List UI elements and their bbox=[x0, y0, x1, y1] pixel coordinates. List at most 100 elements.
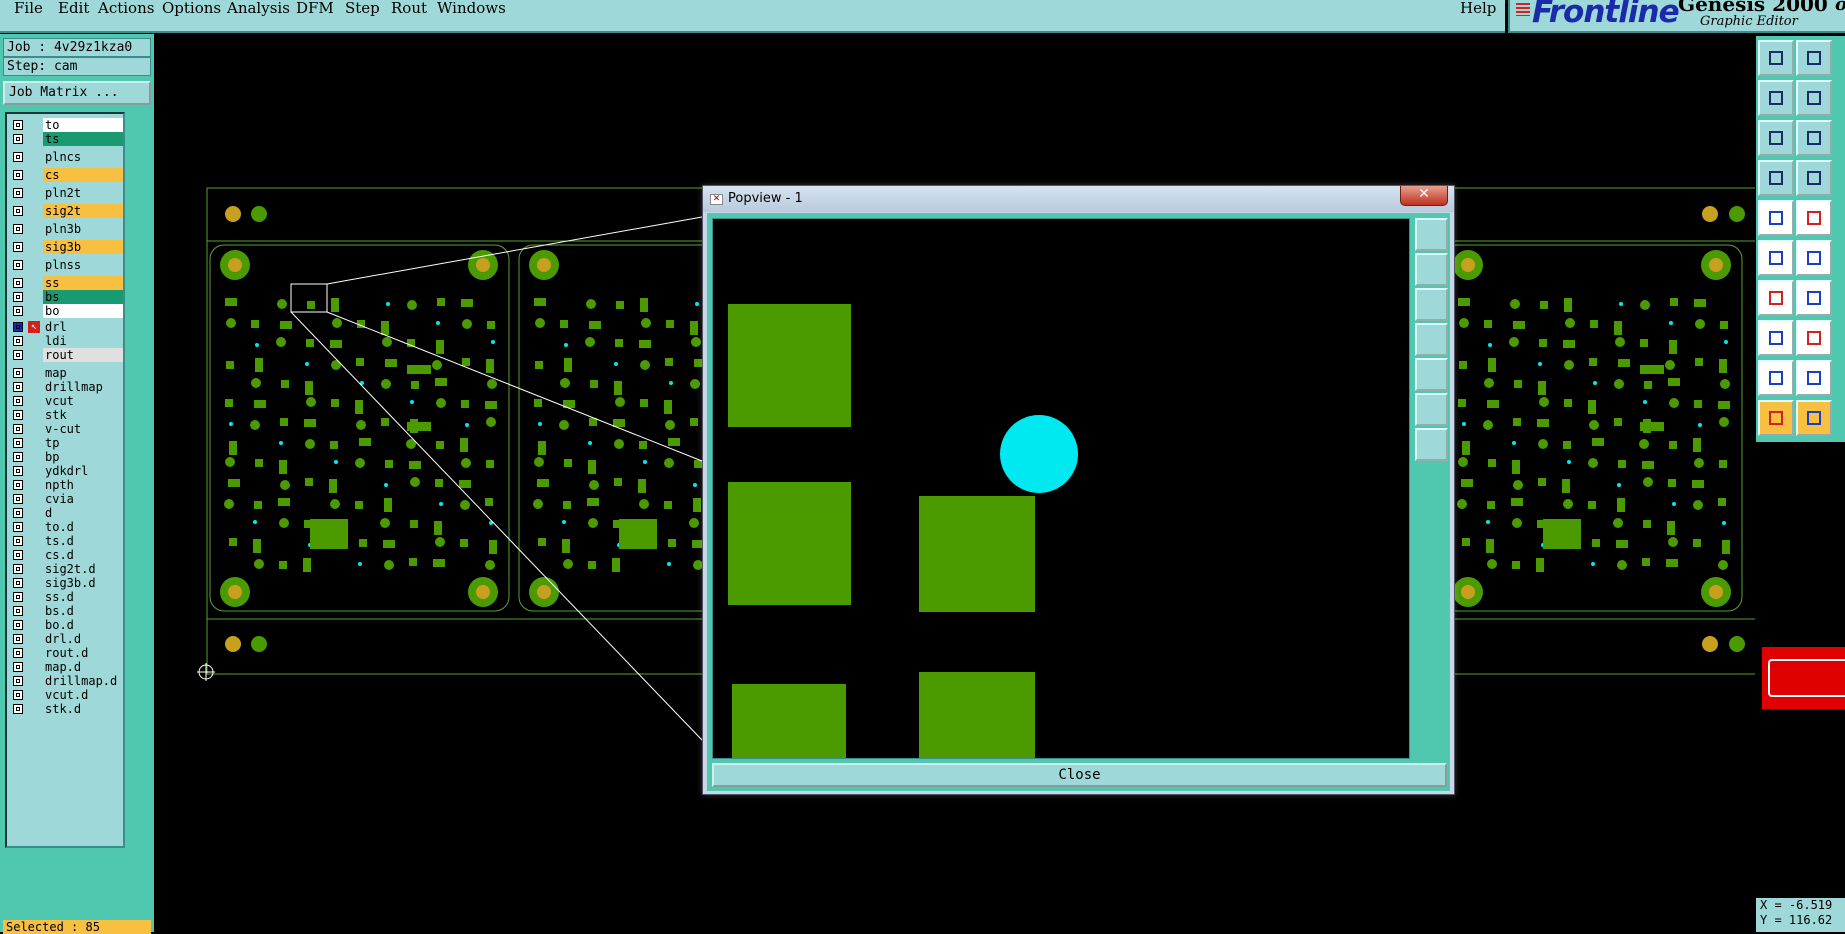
zoom-fit-icon[interactable] bbox=[1415, 393, 1448, 426]
layer-name[interactable]: rout bbox=[43, 348, 123, 362]
zoom-down-icon[interactable] bbox=[1415, 288, 1448, 321]
layer-row[interactable]: drl.d bbox=[9, 632, 123, 646]
layer-name[interactable]: drillmap bbox=[43, 380, 123, 394]
layer-row[interactable]: bo.d bbox=[9, 618, 123, 632]
zoom-up-icon[interactable] bbox=[1415, 253, 1448, 286]
layer-checkbox[interactable] bbox=[13, 224, 23, 234]
layer-name[interactable]: ts bbox=[43, 132, 123, 146]
layer-checkbox[interactable] bbox=[13, 382, 23, 392]
layer-name[interactable]: stk.d bbox=[43, 702, 123, 716]
layer-checkbox[interactable] bbox=[13, 396, 23, 406]
layer-name[interactable]: bo.d bbox=[43, 618, 123, 632]
layer-row[interactable]: bs.d bbox=[9, 604, 123, 618]
layer-name[interactable]: drl bbox=[43, 320, 123, 334]
layer-name[interactable]: map bbox=[43, 366, 123, 380]
layer-name[interactable]: cvia bbox=[43, 492, 123, 506]
layer-checkbox[interactable] bbox=[13, 494, 23, 504]
triangle-a-icon[interactable] bbox=[1796, 360, 1832, 396]
layer-checkbox[interactable] bbox=[13, 260, 23, 270]
layer-row[interactable]: bo bbox=[9, 304, 123, 318]
draw-red-icon[interactable] bbox=[1758, 280, 1794, 316]
layer-row[interactable]: map.d bbox=[9, 660, 123, 674]
layer-row[interactable]: ss bbox=[9, 276, 123, 290]
layer-row[interactable]: sig2t bbox=[9, 204, 123, 218]
zoom-center-icon[interactable] bbox=[1415, 428, 1448, 461]
layer-name[interactable]: tp bbox=[43, 436, 123, 450]
menu-options[interactable]: Options bbox=[162, 0, 221, 20]
layer-name[interactable]: sig2t bbox=[43, 204, 123, 218]
layer-row[interactable]: drillmap bbox=[9, 380, 123, 394]
menu-rout[interactable]: Rout bbox=[391, 0, 427, 20]
menu-dfm[interactable]: DFM bbox=[296, 0, 334, 20]
layer-row[interactable]: cs.d bbox=[9, 548, 123, 562]
layer-row[interactable]: rout.d bbox=[9, 646, 123, 660]
layer-row[interactable]: bp bbox=[9, 450, 123, 464]
layer-name[interactable]: bs.d bbox=[43, 604, 123, 618]
menu-actions[interactable]: Actions bbox=[98, 0, 154, 20]
layer-row[interactable]: stk.d bbox=[9, 702, 123, 716]
layer-name[interactable]: cs.d bbox=[43, 548, 123, 562]
layer-row[interactable]: ↖ drl bbox=[9, 320, 123, 334]
menu-windows[interactable]: Windows bbox=[437, 0, 506, 20]
layer-row[interactable]: ydkdrl bbox=[9, 464, 123, 478]
layer-checkbox[interactable] bbox=[13, 466, 23, 476]
zoom-fit-icon[interactable] bbox=[1758, 120, 1794, 156]
select-orange-icon[interactable] bbox=[1796, 400, 1832, 436]
layer-row[interactable]: npth bbox=[9, 478, 123, 492]
layer-row[interactable]: vcut bbox=[9, 394, 123, 408]
layer-row[interactable]: ts bbox=[9, 132, 123, 146]
layer-name[interactable]: ss.d bbox=[43, 590, 123, 604]
layer-checkbox[interactable] bbox=[13, 306, 23, 316]
layer-name[interactable]: plncs bbox=[43, 150, 123, 164]
layer-row[interactable]: pln3b bbox=[9, 222, 123, 236]
layer-checkbox[interactable] bbox=[13, 634, 23, 644]
layer-name[interactable]: to.d bbox=[43, 520, 123, 534]
layer-checkbox[interactable] bbox=[13, 206, 23, 216]
layer-name[interactable]: vcut.d bbox=[43, 688, 123, 702]
layer-checkbox[interactable] bbox=[13, 620, 23, 630]
layer-checkbox[interactable] bbox=[13, 508, 23, 518]
popview-zoom-view[interactable] bbox=[712, 218, 1410, 759]
grid-icon[interactable] bbox=[1796, 160, 1832, 196]
layer-name[interactable]: pln2t bbox=[43, 186, 123, 200]
zoom-home-icon[interactable] bbox=[1796, 40, 1832, 76]
layer-row[interactable]: sig3b.d bbox=[9, 576, 123, 590]
menu-analysis[interactable]: Analysis bbox=[227, 0, 290, 20]
layer-checkbox[interactable] bbox=[13, 550, 23, 560]
layer-checkbox[interactable] bbox=[13, 242, 23, 252]
layer-row[interactable]: plnss bbox=[9, 258, 123, 272]
layer-name[interactable]: stk bbox=[43, 408, 123, 422]
select-icon[interactable] bbox=[1758, 400, 1794, 436]
layer-row[interactable]: v-cut bbox=[9, 422, 123, 436]
layer-checkbox[interactable] bbox=[13, 278, 23, 288]
layer-name[interactable]: map.d bbox=[43, 660, 123, 674]
window-close-icon[interactable]: ✕ bbox=[1400, 186, 1448, 206]
layer-row[interactable]: map bbox=[9, 366, 123, 380]
layer-checkbox[interactable] bbox=[13, 120, 23, 130]
job-matrix-button[interactable]: Job Matrix ... bbox=[3, 81, 151, 105]
layer-name[interactable]: bp bbox=[43, 450, 123, 464]
popview-titlebar[interactable]: ✕ Popview - 1 ✕ bbox=[703, 186, 1454, 212]
layer-row[interactable]: rout bbox=[9, 348, 123, 362]
layer-row[interactable]: to bbox=[9, 118, 123, 132]
layer-checkbox[interactable] bbox=[13, 322, 23, 332]
layer-checkbox[interactable] bbox=[13, 578, 23, 588]
menu-help[interactable]: Help bbox=[1460, 0, 1496, 20]
pad-icon[interactable] bbox=[1758, 320, 1794, 356]
layer-name[interactable]: bo bbox=[43, 304, 123, 318]
layer-name[interactable]: ss bbox=[43, 276, 123, 290]
zoom-right-icon[interactable] bbox=[1415, 358, 1448, 391]
snap-icon[interactable] bbox=[1758, 200, 1794, 236]
layer-name[interactable]: drl.d bbox=[43, 632, 123, 646]
layer-name[interactable]: pln3b bbox=[43, 222, 123, 236]
layer-name[interactable]: bs bbox=[43, 290, 123, 304]
layer-row[interactable]: drillmap.d bbox=[9, 674, 123, 688]
layer-row[interactable]: plncs bbox=[9, 150, 123, 164]
layer-name[interactable]: sig3b bbox=[43, 240, 123, 254]
layer-checkbox[interactable] bbox=[13, 648, 23, 658]
layer-checkbox[interactable] bbox=[13, 152, 23, 162]
menu-edit[interactable]: Edit bbox=[58, 0, 89, 20]
zoom-back-icon[interactable] bbox=[1758, 80, 1794, 116]
layer-checkbox[interactable] bbox=[13, 564, 23, 574]
layer-checkbox[interactable] bbox=[13, 424, 23, 434]
